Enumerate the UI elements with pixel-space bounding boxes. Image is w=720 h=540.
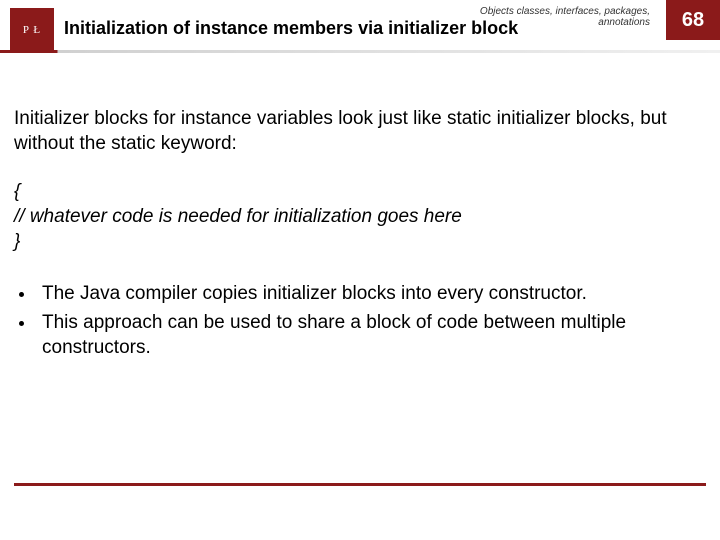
header-divider xyxy=(0,50,720,53)
university-logo: P Ł xyxy=(10,8,54,52)
intro-paragraph: Initializer blocks for instance variable… xyxy=(14,107,700,156)
list-item: The Java compiler copies initializer blo… xyxy=(36,282,700,307)
footer-divider xyxy=(14,483,706,486)
list-item: This approach can be used to share a blo… xyxy=(36,311,700,360)
code-example: { // whatever code is needed for initial… xyxy=(14,180,700,254)
code-line: } xyxy=(14,230,700,255)
slide-title: Initialization of instance members via i… xyxy=(64,18,518,39)
slide-number: 68 xyxy=(666,0,720,40)
bullet-list: The Java compiler copies initializer blo… xyxy=(14,282,700,360)
code-line: { xyxy=(14,180,700,205)
logo-text: P Ł xyxy=(23,25,41,36)
slide-header: P Ł Objects classes, interfaces, package… xyxy=(0,0,720,52)
slide-content: Initializer blocks for instance variable… xyxy=(0,52,720,361)
code-line: // whatever code is needed for initializ… xyxy=(14,205,700,230)
